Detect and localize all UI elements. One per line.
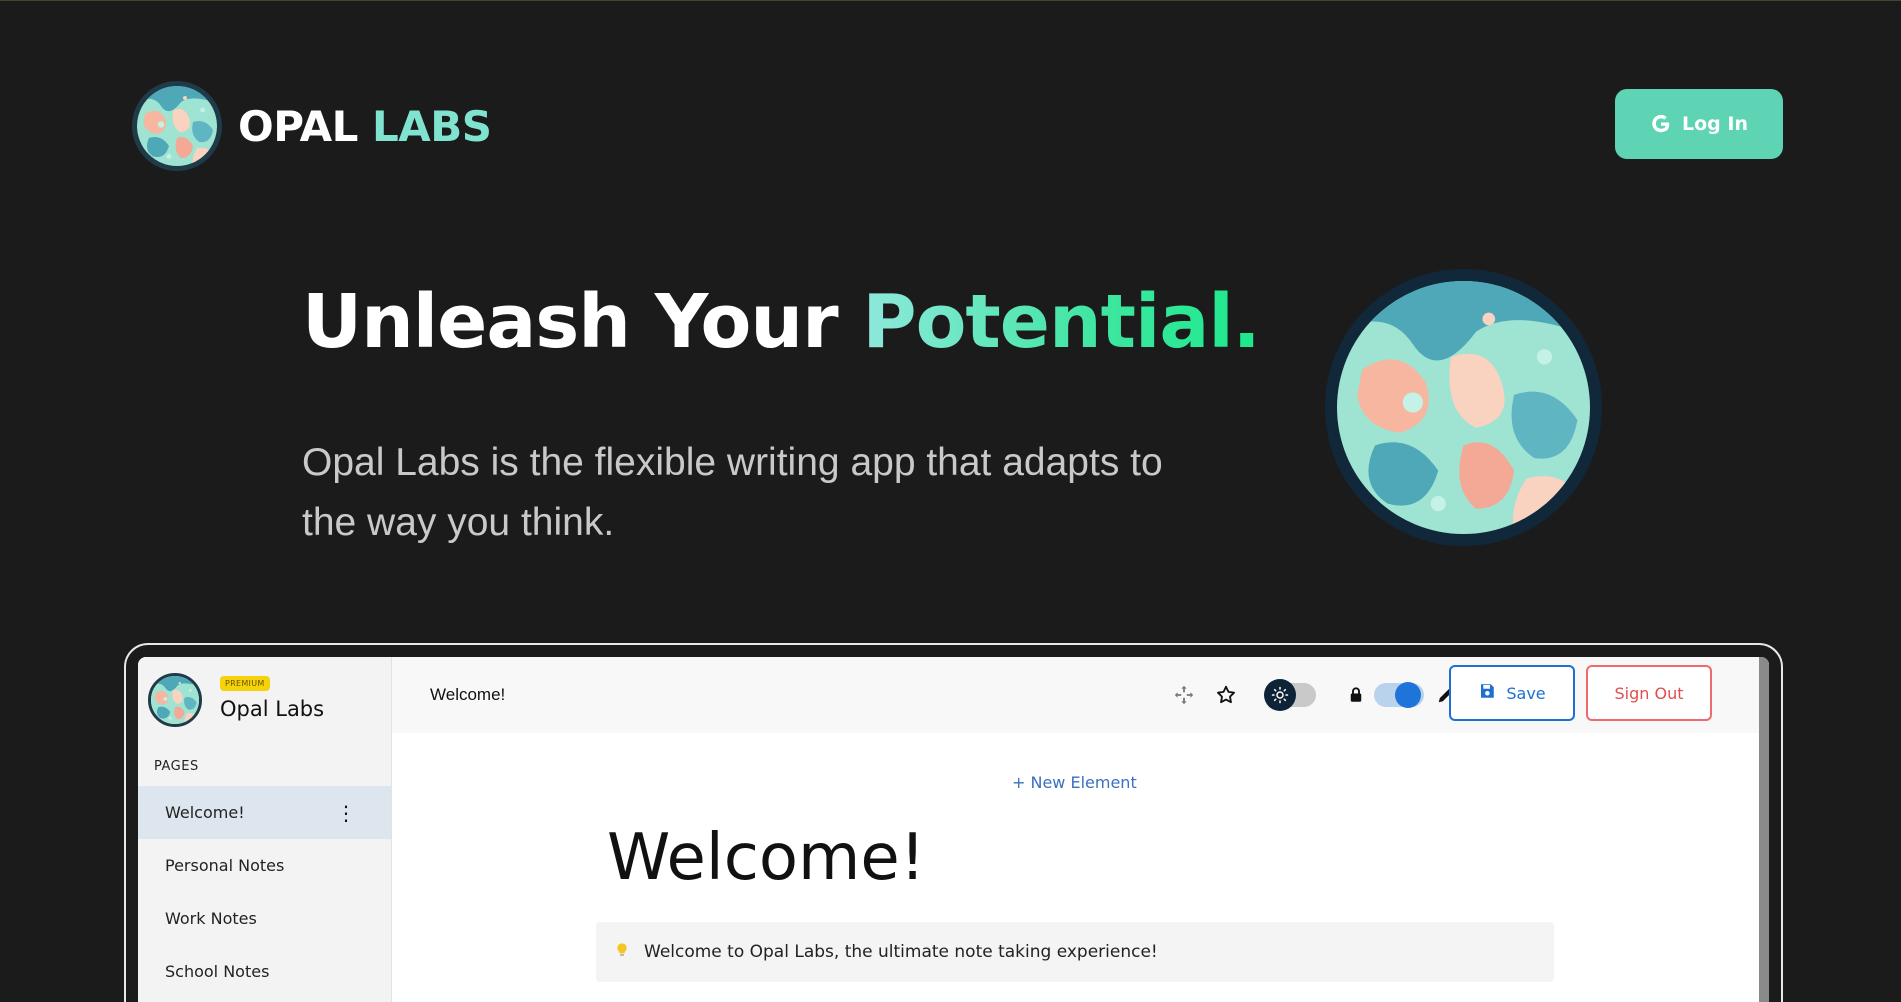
hero-subtitle: Opal Labs is the flexible writing app th… bbox=[302, 441, 1163, 544]
scrollbar[interactable] bbox=[1759, 657, 1769, 1002]
brand[interactable]: OPAL LABS bbox=[132, 81, 492, 171]
sidebar-item-label: Welcome! bbox=[165, 803, 245, 822]
theme-toggle[interactable] bbox=[1264, 679, 1316, 711]
callout-text: Welcome to Opal Labs, the ultimate note … bbox=[644, 942, 1158, 962]
sidebar-item-personal-notes[interactable]: Personal Notes bbox=[138, 839, 391, 892]
callout-block[interactable]: Welcome to Opal Labs, the ultimate note … bbox=[596, 922, 1554, 982]
save-label: Save bbox=[1506, 683, 1546, 703]
hero-title-main: Unleash Your bbox=[302, 279, 863, 365]
brand-name-part2: LABS bbox=[372, 101, 492, 151]
sidebar-item-label: Personal Notes bbox=[165, 856, 285, 875]
toggle-knob bbox=[1395, 682, 1421, 708]
sidebar: PREMIUM Opal Labs PAGES Welcome! ⋮ Perso… bbox=[138, 657, 392, 1002]
move-icon[interactable] bbox=[1172, 683, 1196, 707]
editor-topbar: Welcome! Save Sign Out bbox=[392, 657, 1769, 733]
app-preview: PREMIUM Opal Labs PAGES Welcome! ⋮ Perso… bbox=[124, 643, 1783, 1002]
sidebar-item-label: Work Notes bbox=[165, 909, 257, 928]
sidebar-item-school-notes[interactable]: School Notes bbox=[138, 945, 391, 998]
opal-orb-image bbox=[1325, 269, 1602, 546]
brand-name-part1: OPAL bbox=[238, 101, 358, 151]
save-icon bbox=[1478, 682, 1496, 704]
hero-title: Unleash Your Potential. bbox=[302, 279, 1261, 365]
pages-list: Welcome! ⋮ Personal Notes Work Notes Sch… bbox=[138, 786, 391, 998]
opal-logo-icon bbox=[132, 81, 222, 171]
sun-icon bbox=[1264, 679, 1296, 711]
kebab-menu-icon[interactable]: ⋮ bbox=[328, 803, 364, 823]
pages-section-label: PAGES bbox=[154, 759, 199, 774]
page-heading[interactable]: Welcome! bbox=[607, 821, 925, 895]
opal-logo-icon bbox=[148, 673, 202, 727]
lock-icon[interactable] bbox=[1344, 683, 1368, 707]
sidebar-item-welcome[interactable]: Welcome! ⋮ bbox=[138, 786, 391, 839]
sidebar-item-label: School Notes bbox=[165, 962, 270, 981]
star-icon[interactable] bbox=[1214, 683, 1238, 707]
workspace-title: Opal Labs bbox=[220, 697, 325, 721]
new-element-button[interactable]: + New Element bbox=[1012, 773, 1137, 792]
sign-out-button[interactable]: Sign Out bbox=[1586, 665, 1712, 721]
hero-title-accent: Potential. bbox=[862, 279, 1260, 365]
save-button[interactable]: Save bbox=[1449, 665, 1575, 721]
brand-name: OPAL LABS bbox=[238, 102, 492, 151]
login-label: Log In bbox=[1682, 113, 1748, 135]
editor-main: Welcome! Save Sign Out + New Element Wel… bbox=[392, 657, 1769, 1002]
sidebar-item-work-notes[interactable]: Work Notes bbox=[138, 892, 391, 945]
premium-badge: PREMIUM bbox=[220, 676, 270, 691]
lightbulb-icon bbox=[614, 942, 630, 963]
sidebar-header: PREMIUM Opal Labs bbox=[138, 657, 391, 765]
google-icon bbox=[1650, 113, 1672, 135]
login-button[interactable]: Log In bbox=[1615, 89, 1783, 159]
editor-toolbar bbox=[1172, 667, 1458, 723]
edit-mode-toggle[interactable] bbox=[1374, 682, 1424, 708]
app-window: PREMIUM Opal Labs PAGES Welcome! ⋮ Perso… bbox=[138, 657, 1769, 1002]
breadcrumb: Welcome! bbox=[430, 685, 506, 704]
